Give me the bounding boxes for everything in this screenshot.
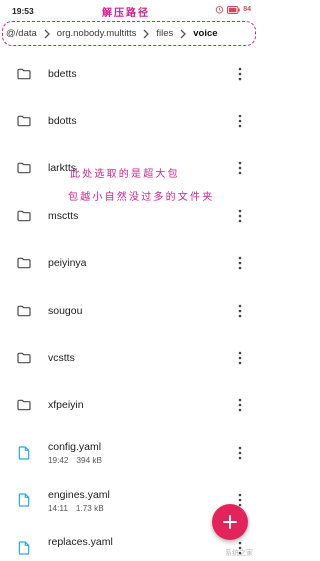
folder-icon [16,303,32,319]
folder-name: vcstts [48,352,75,365]
folder-icon [16,66,32,82]
breadcrumb-annotation-box: @/data org.nobody.multitts files voice [2,21,256,46]
chevron-right-icon [40,27,54,41]
more-options-icon[interactable] [237,446,243,460]
breadcrumb-item[interactable]: voice [190,28,220,39]
folder-row[interactable]: larktts [0,145,259,192]
file-icon [16,540,32,556]
status-time: 19:53 [12,6,34,16]
folder-row[interactable]: msctts [0,192,259,239]
battery-icon [227,5,240,14]
folder-name: bdotts [48,115,77,128]
breadcrumb: @/data org.nobody.multitts files voice [3,22,221,45]
more-options-icon[interactable] [237,256,243,270]
more-options-icon[interactable] [237,67,243,81]
file-name: config.yaml [48,441,102,454]
file-size: 394 kB [76,456,103,466]
annotation-extract-path: 解压路径 [102,8,150,19]
folder-icon [16,350,32,366]
file-icon [16,445,32,461]
more-options-icon[interactable] [237,351,243,365]
folder-name: xfpeiyin [48,399,84,412]
file-time: 19:42 [48,456,69,466]
breadcrumb-item[interactable]: @/data [3,28,40,39]
folder-name: bdetts [48,67,77,80]
file-icon [16,492,32,508]
folder-row[interactable]: xfpeiyin [0,382,259,429]
folder-row[interactable]: vcstts [0,334,259,381]
folder-name: sougou [48,304,83,317]
folder-icon [16,255,32,271]
more-options-icon[interactable] [237,209,243,223]
folder-icon [16,397,32,413]
watermark: 系统之家 [225,550,253,557]
file-meta: 19:42 394 kB [48,456,102,465]
status-bar: 19:53 解压路径 84 [0,0,259,20]
file-row[interactable]: config.yaml 19:42 394 kB [0,429,259,476]
more-options-icon[interactable] [237,304,243,318]
folder-name: peiyinya [48,257,87,270]
file-list: bdetts bdotts larktts msctts peiyinya sougou v… [0,50,259,561]
more-options-icon[interactable] [237,398,243,412]
file-manager-screen: 19:53 解压路径 84 @/data org.nobody.multitts f… [0,0,259,561]
chevron-right-icon [139,27,153,41]
folder-icon [16,160,32,176]
chevron-right-icon [176,27,190,41]
folder-row[interactable]: peiyinya [0,240,259,287]
plus-icon [223,515,237,529]
folder-row[interactable]: sougou [0,287,259,334]
status-icons: 84 [215,5,251,14]
file-name: replaces.yaml [48,535,113,548]
alarm-icon [216,6,224,14]
battery-level: 84 [243,6,251,13]
more-options-icon[interactable] [237,114,243,128]
file-size: 1.73 kB [75,503,104,513]
breadcrumb-item[interactable]: files [153,28,176,39]
folder-name: msctts [48,209,79,222]
breadcrumb-item[interactable]: org.nobody.multitts [54,28,140,39]
more-options-icon[interactable] [237,161,243,175]
file-meta: 14:11 1.73 kB [48,504,104,513]
file-time: 14:11 [48,503,68,513]
add-button[interactable] [212,504,248,540]
folder-name: larktts [48,162,77,175]
folder-icon [16,208,32,224]
folder-row[interactable]: bdotts [0,97,259,144]
folder-row[interactable]: bdetts [0,50,259,97]
file-name: engines.yaml [48,488,110,501]
folder-icon [16,113,32,129]
